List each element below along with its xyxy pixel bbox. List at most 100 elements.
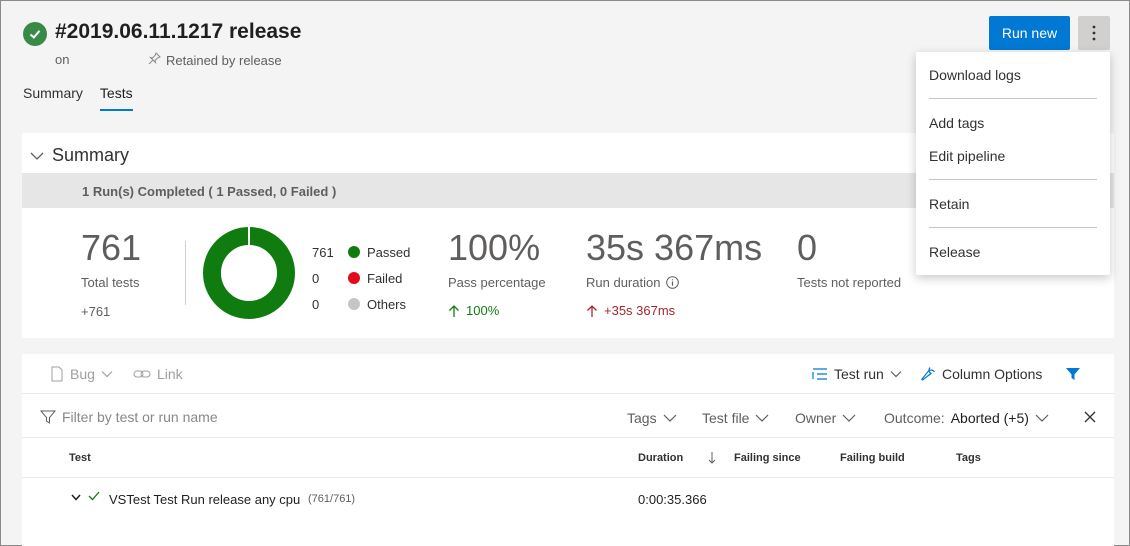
arrow-up-icon — [449, 304, 459, 317]
not-reported-value: 0 — [797, 227, 818, 268]
arrow-up-icon — [587, 304, 597, 317]
run-date-label: on — [55, 52, 70, 67]
pass-percentage-delta: 100% — [448, 303, 546, 318]
filter-search-placeholder: Filter by test or run name — [62, 409, 218, 425]
run-duration-stat: 35s 367ms Run duration +35s 367ms — [586, 227, 762, 318]
column-header-tags[interactable]: Tags — [956, 452, 981, 464]
menu-divider — [929, 227, 1097, 228]
clear-filters-button[interactable] — [1084, 411, 1096, 423]
test-file-filter-label: Test file — [702, 410, 750, 426]
tags-filter-label: Tags — [627, 410, 657, 426]
bug-label: Bug — [70, 366, 95, 382]
menu-item-retain[interactable]: Retain — [929, 196, 969, 212]
stat-divider — [185, 241, 186, 305]
owner-filter-label: Owner — [795, 410, 837, 426]
chevron-down-icon — [756, 414, 769, 422]
group-list-icon — [812, 368, 827, 380]
retained-text: Retained by release — [166, 52, 282, 68]
owner-filter-dropdown[interactable]: Owner — [795, 410, 856, 426]
column-header-failing-build[interactable]: Failing build — [840, 452, 905, 464]
menu-item-add-tags[interactable]: Add tags — [929, 115, 984, 131]
menu-item-release[interactable]: Release — [929, 244, 980, 260]
link-icon — [133, 370, 151, 378]
column-header-test[interactable]: Test — [69, 452, 91, 464]
chevron-down-icon — [842, 414, 856, 422]
outcome-filter-dropdown[interactable]: Outcome: Aborted (+5) — [884, 410, 1049, 426]
test-file-filter-dropdown[interactable]: Test file — [702, 410, 769, 426]
results-toolbar: Bug Link Test run Column Options — [22, 354, 1114, 394]
column-options-button[interactable]: Column Options — [920, 366, 1042, 382]
chevron-down-icon — [1035, 414, 1049, 422]
tab-tests[interactable]: Tests — [99, 85, 133, 111]
run-duration-value: 35s 367ms — [586, 227, 763, 268]
not-reported-label: Tests not reported — [797, 275, 902, 290]
column-options-label: Column Options — [942, 366, 1043, 382]
others-label: Others — [367, 296, 407, 312]
more-actions-button[interactable] — [1078, 16, 1110, 50]
chevron-down-icon — [101, 371, 113, 378]
chevron-down-icon — [30, 152, 44, 160]
tab-summary[interactable]: Summary — [23, 85, 83, 111]
bug-button[interactable]: Bug — [50, 366, 113, 382]
legend-failed: 0 Failed — [312, 265, 410, 291]
page-title: #2019.06.11.1217 release — [55, 20, 302, 43]
info-icon[interactable] — [666, 276, 680, 289]
outcome-donut-chart — [203, 227, 295, 319]
test-run-count: (761/761) — [308, 493, 356, 505]
outcome-filter-label: Outcome: — [884, 410, 945, 426]
pin-icon — [148, 52, 161, 68]
menu-item-download-logs[interactable]: Download logs — [929, 67, 1021, 83]
success-status-icon — [23, 22, 47, 46]
failed-dot-icon — [348, 272, 360, 284]
filter-search[interactable]: Filter by test or run name — [40, 409, 218, 425]
table-row[interactable]: VSTest Test Run release any cpu (761/761… — [22, 478, 1114, 518]
chevron-expand-icon[interactable] — [71, 494, 81, 501]
wrench-icon — [920, 367, 936, 381]
total-tests-label: Total tests — [81, 275, 140, 290]
not-reported-stat: 0 Tests not reported — [797, 227, 901, 290]
others-count: 0 — [312, 296, 320, 312]
run-duration-label: Run duration — [586, 275, 661, 290]
failed-label: Failed — [367, 270, 403, 286]
summary-heading: Summary — [52, 145, 130, 165]
passed-count: 761 — [312, 244, 334, 260]
total-tests-value: 761 — [81, 227, 142, 268]
filter-icon — [1066, 368, 1080, 380]
link-label: Link — [157, 366, 183, 382]
failed-count: 0 — [312, 270, 320, 286]
test-results-panel: Bug Link Test run Column Options Filter … — [22, 354, 1114, 546]
tab-bar: Summary Tests — [23, 85, 133, 111]
passed-check-icon — [88, 491, 100, 501]
pass-percentage-stat: 100% Pass percentage 100% — [448, 227, 546, 318]
menu-divider — [929, 98, 1097, 99]
test-run-label: Test run — [834, 366, 884, 382]
link-button[interactable]: Link — [133, 366, 183, 382]
menu-item-edit-pipeline[interactable]: Edit pipeline — [929, 148, 1005, 164]
run-duration-label-row: Run duration — [586, 275, 762, 290]
test-run-name: VSTest Test Run release any cpu — [109, 492, 301, 507]
summary-toggle[interactable]: Summary — [30, 145, 129, 166]
chevron-down-icon — [890, 371, 902, 378]
retained-label: Retained by release — [148, 52, 282, 68]
duration-delta-text: +35s 367ms — [604, 303, 676, 318]
passed-label: Passed — [367, 244, 411, 260]
run-duration-delta: +35s 367ms — [586, 303, 762, 318]
total-tests-delta: +761 — [81, 304, 111, 319]
column-header-failing-since[interactable]: Failing since — [734, 452, 801, 464]
column-header-duration[interactable]: Duration — [638, 452, 683, 464]
test-run-group-button[interactable]: Test run — [812, 366, 902, 382]
pass-percentage-label: Pass percentage — [448, 275, 546, 290]
filter-bar: Filter by test or run name Tags Test fil… — [22, 394, 1114, 438]
test-run-duration: 0:00:35.366 — [638, 492, 707, 507]
sort-arrow-down-icon[interactable] — [708, 451, 716, 464]
pass-delta-text: 100% — [466, 303, 500, 318]
legend-passed: 761 Passed — [312, 239, 410, 265]
close-icon — [1084, 411, 1096, 423]
tags-filter-dropdown[interactable]: Tags — [627, 410, 677, 426]
results-column-headers: Test Duration Failing since Failing buil… — [22, 438, 1114, 478]
run-new-button[interactable]: Run new — [989, 16, 1070, 50]
others-dot-icon — [348, 298, 360, 310]
passed-dot-icon — [348, 246, 360, 258]
more-actions-menu: Download logs Add tags Edit pipeline Ret… — [916, 52, 1110, 275]
filter-toggle-button[interactable] — [1065, 366, 1081, 382]
